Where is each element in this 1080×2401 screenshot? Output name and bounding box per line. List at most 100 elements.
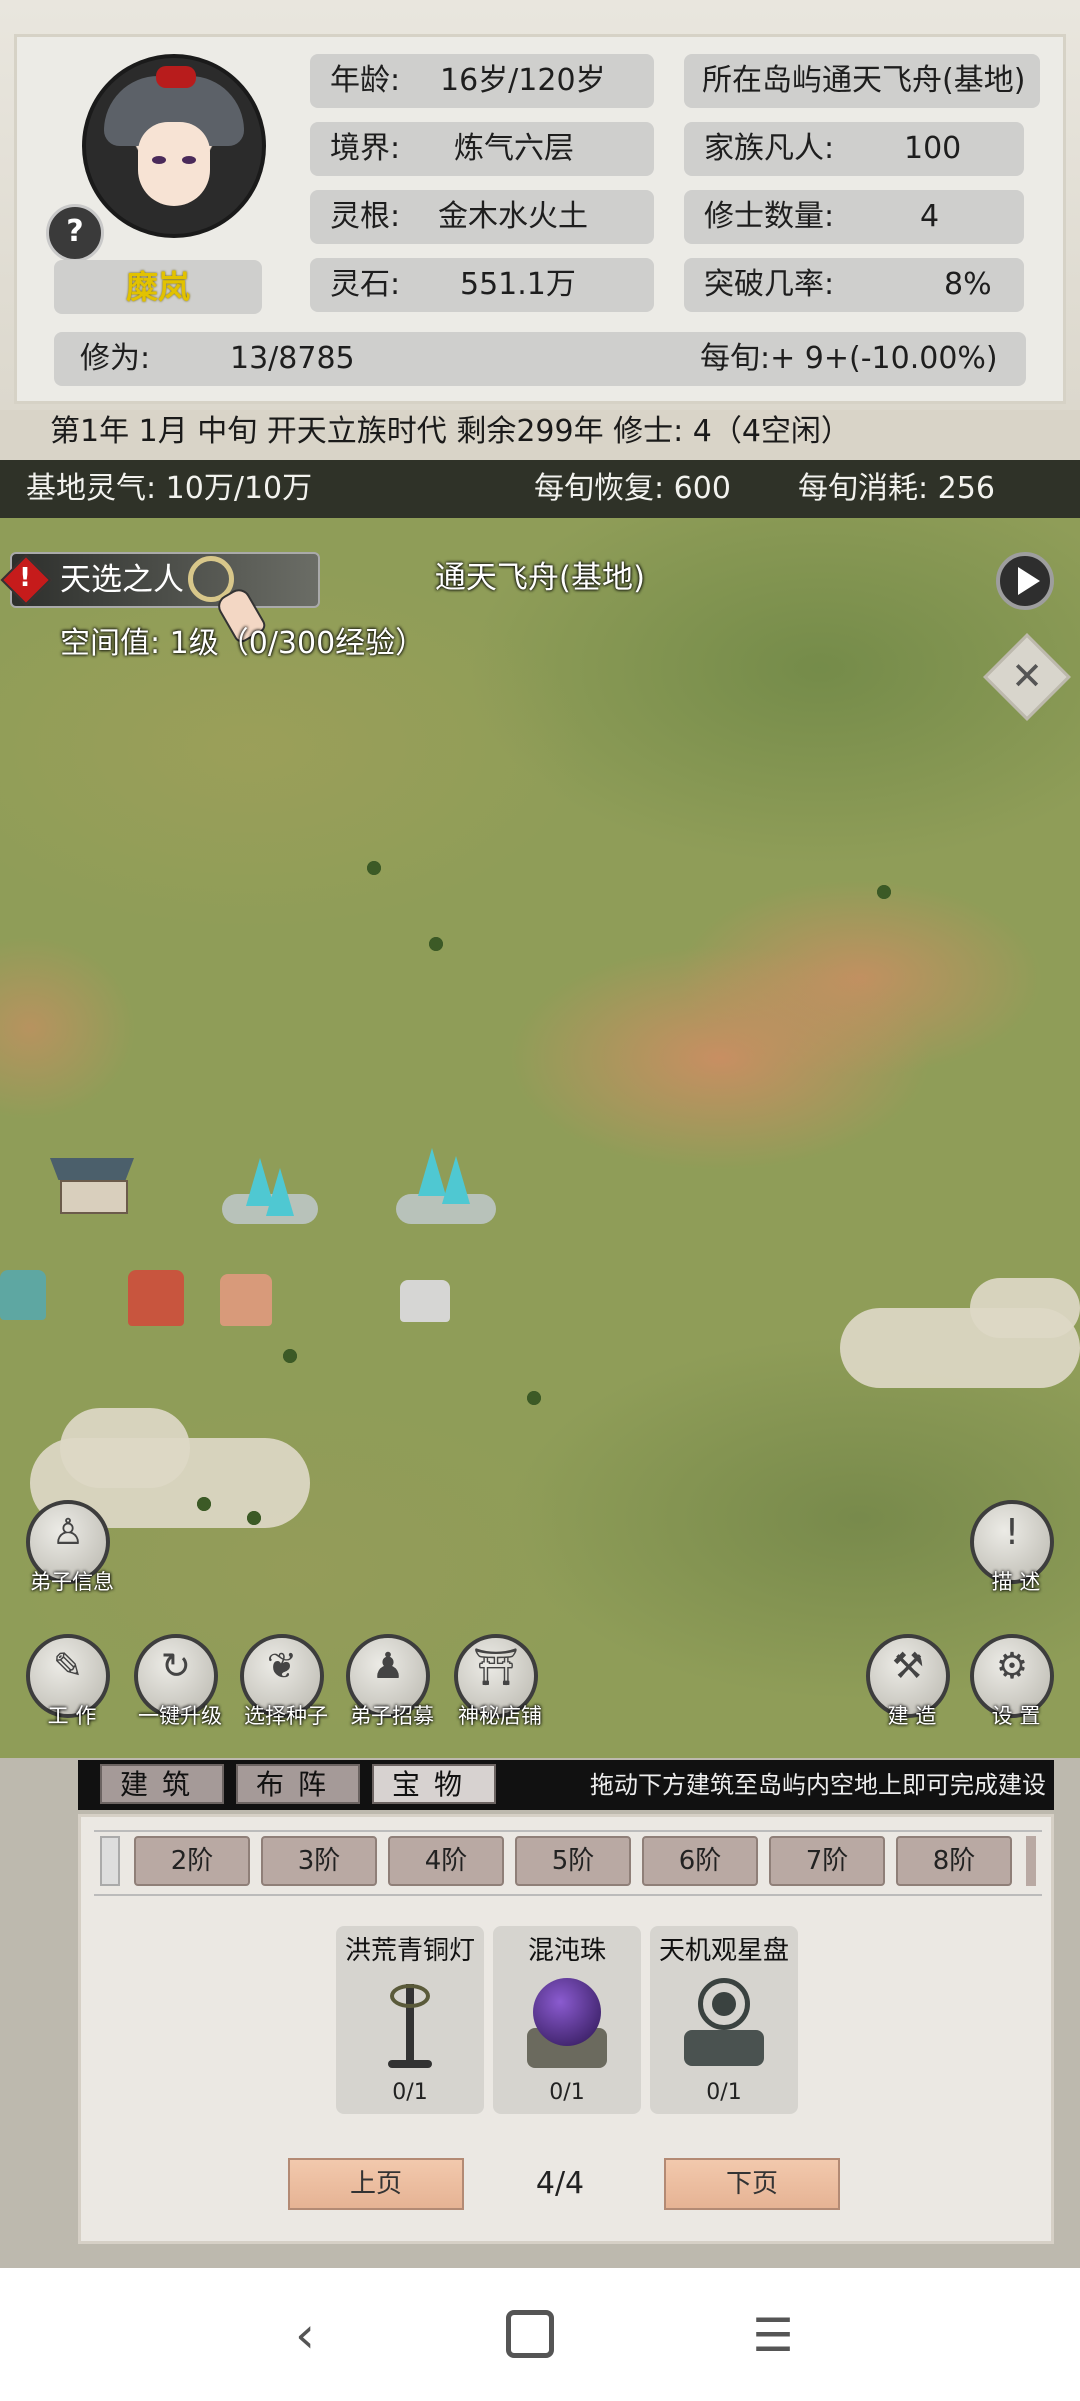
breakthrough-value: 8% [944, 267, 992, 302]
cultivation-label: 修为: [80, 341, 151, 376]
map-title: 通天飞舟(基地) [434, 560, 646, 596]
spirit-crystal-deposit[interactable] [222, 1158, 318, 1228]
aura-consume: 每旬消耗: 256 [798, 471, 995, 506]
island-value: 通天飞舟(基地) [822, 63, 1026, 98]
copper-ore[interactable] [220, 1274, 272, 1326]
cultivators-row: 修士数量: 4 [684, 190, 1024, 244]
island-row: 所在岛屿通天飞舟(基地) [684, 54, 1040, 108]
grass-tuft [240, 1508, 268, 1528]
grade-6[interactable]: 6阶 [642, 1836, 758, 1886]
breakthrough-row: 突破几率: 8% [684, 258, 1024, 312]
character-avatar[interactable] [82, 54, 266, 238]
back-icon[interactable]: ‹ [272, 2302, 338, 2368]
jade-ore[interactable] [0, 1270, 46, 1320]
gear-icon: ⚙ [995, 1646, 1029, 1687]
base-aura: 基地灵气: 10万/10万 [26, 471, 313, 506]
item-count: 0/1 [549, 2080, 585, 2105]
menu-icon[interactable]: ☰ [740, 2302, 806, 2368]
shop-icon: ⛩ [473, 1647, 519, 1688]
age-label: 年龄: [330, 63, 401, 98]
build-button[interactable]: ⚒ 建 造 [866, 1634, 950, 1728]
next-page-button[interactable]: 下页 [664, 2158, 840, 2210]
help-icon[interactable]: ? [46, 204, 104, 262]
per-turn-gain: 每旬:+ 9+(-10.00%) [700, 341, 998, 376]
cultivators-value: 4 [920, 199, 940, 234]
describe-button[interactable]: ! 描 述 [970, 1500, 1054, 1594]
disciple-icon: ♙ [51, 1512, 85, 1553]
silver-ore[interactable] [400, 1280, 450, 1322]
work-button[interactable]: ✎ 工 作 [26, 1634, 110, 1728]
grade-8[interactable]: 8阶 [896, 1836, 1012, 1886]
person-icon: ♟ [371, 1646, 405, 1687]
island-map[interactable]: ! 天选之人 空间值: 1级（0/300经验） 通天飞舟(基地) ✕ ♙ 弟子信… [0, 518, 1080, 1758]
grass-tuft [870, 882, 898, 902]
root-label: 灵根: [330, 199, 401, 234]
item-name: 天机观星盘 [658, 1936, 789, 1966]
exclamation-icon: ! [1004, 1512, 1020, 1553]
close-icon: ✕ [1011, 654, 1043, 698]
tab-building[interactable]: 建筑 [100, 1764, 224, 1804]
build-hint: 拖动下方建筑至岛屿内空地上即可完成建设 [590, 1771, 1046, 1799]
red-ore[interactable] [128, 1270, 184, 1326]
hammer-icon: ⚒ [891, 1646, 925, 1687]
stone-label: 灵石: [330, 267, 401, 302]
item-count: 0/1 [706, 2080, 742, 2105]
shop-button[interactable]: ⛩ 神秘店铺 [454, 1634, 542, 1728]
treasure-chaos-orb[interactable]: 混沌珠 0/1 [493, 1926, 641, 2114]
prev-page-button[interactable]: 上页 [288, 2158, 464, 2210]
root-value: 金木水火土 [438, 199, 588, 234]
mortals-label: 家族凡人: [704, 131, 835, 166]
grass-tuft [190, 1494, 218, 1514]
scroll-right-handle[interactable] [1026, 1836, 1036, 1886]
grade-5[interactable]: 5阶 [515, 1836, 631, 1886]
home-icon[interactable] [506, 2310, 554, 2358]
choose-seed-button[interactable]: ❦ 选择种子 [240, 1634, 328, 1728]
item-count: 0/1 [392, 2080, 428, 2105]
treasure-star-plate[interactable]: 天机观星盘 0/1 [650, 1926, 798, 2114]
upgrade-icon: ↻ [160, 1646, 192, 1687]
scroll-icon: ✎ [52, 1646, 84, 1687]
grass-tuft [422, 934, 450, 954]
disciple-info-button[interactable]: ♙ 弟子信息 [26, 1500, 114, 1594]
cultivation-row: 修为: 13/8785 每旬:+ 9+(-10.00%) [54, 332, 1026, 386]
grade-7[interactable]: 7阶 [769, 1836, 885, 1886]
scroll-left-handle[interactable] [100, 1836, 120, 1886]
island-label: 所在岛屿 [702, 63, 822, 98]
realm-value: 炼气六层 [454, 131, 574, 166]
character-name: 糜岚 [54, 260, 262, 314]
settings-button[interactable]: ⚙ 设 置 [970, 1634, 1054, 1728]
stone-row: 灵石: 551.1万 [310, 258, 654, 312]
realm-label: 境界: [330, 131, 401, 166]
cultivation-value: 13/8785 [230, 341, 355, 376]
spirit-crystal-deposit[interactable] [396, 1148, 496, 1228]
age-value: 16岁/120岁 [440, 63, 606, 98]
age-row: 年龄: 16岁/120岁 [310, 54, 654, 108]
tab-treasure[interactable]: 宝物 [372, 1764, 496, 1804]
chaos-orb-icon [527, 1974, 607, 2070]
pavilion-building[interactable] [50, 1158, 134, 1214]
upgrade-all-button[interactable]: ↻ 一键升级 [134, 1634, 222, 1728]
grass-tuft [360, 858, 388, 878]
page-indicator: 4/4 [535, 2166, 585, 2201]
aura-bar: 基地灵气: 10万/10万 每旬恢复: 600 每旬消耗: 256 [0, 460, 1080, 518]
describe-label: 描 述 [991, 1570, 1041, 1594]
item-name: 洪荒青铜灯 [344, 1936, 475, 1966]
time-status: 第1年 1月 中旬 开天立族时代 剩余299年 修士: 4（4空闲） [50, 414, 851, 449]
mortals-value: 100 [904, 131, 962, 166]
grade-4[interactable]: 4阶 [388, 1836, 504, 1886]
aura-recover: 每旬恢复: 600 [534, 471, 731, 506]
treasure-bronze-lamp[interactable]: 洪荒青铜灯 0/1 [336, 1926, 484, 2114]
play-icon[interactable] [996, 552, 1054, 610]
grass-tuft [276, 1346, 304, 1366]
grade-3[interactable]: 3阶 [261, 1836, 377, 1886]
recruit-button[interactable]: ♟ 弟子招募 [346, 1634, 434, 1728]
settings-label: 设 置 [991, 1704, 1041, 1728]
grade-2[interactable]: 2阶 [134, 1836, 250, 1886]
shop-label: 神秘店铺 [458, 1704, 542, 1728]
sprout-icon: ❦ [266, 1646, 298, 1687]
cultivators-label: 修士数量: [704, 199, 835, 234]
star-plate-icon [684, 1974, 764, 2070]
breakthrough-label: 突破几率: [704, 267, 835, 302]
tab-formation[interactable]: 布阵 [236, 1764, 360, 1804]
cloud [60, 1408, 190, 1488]
